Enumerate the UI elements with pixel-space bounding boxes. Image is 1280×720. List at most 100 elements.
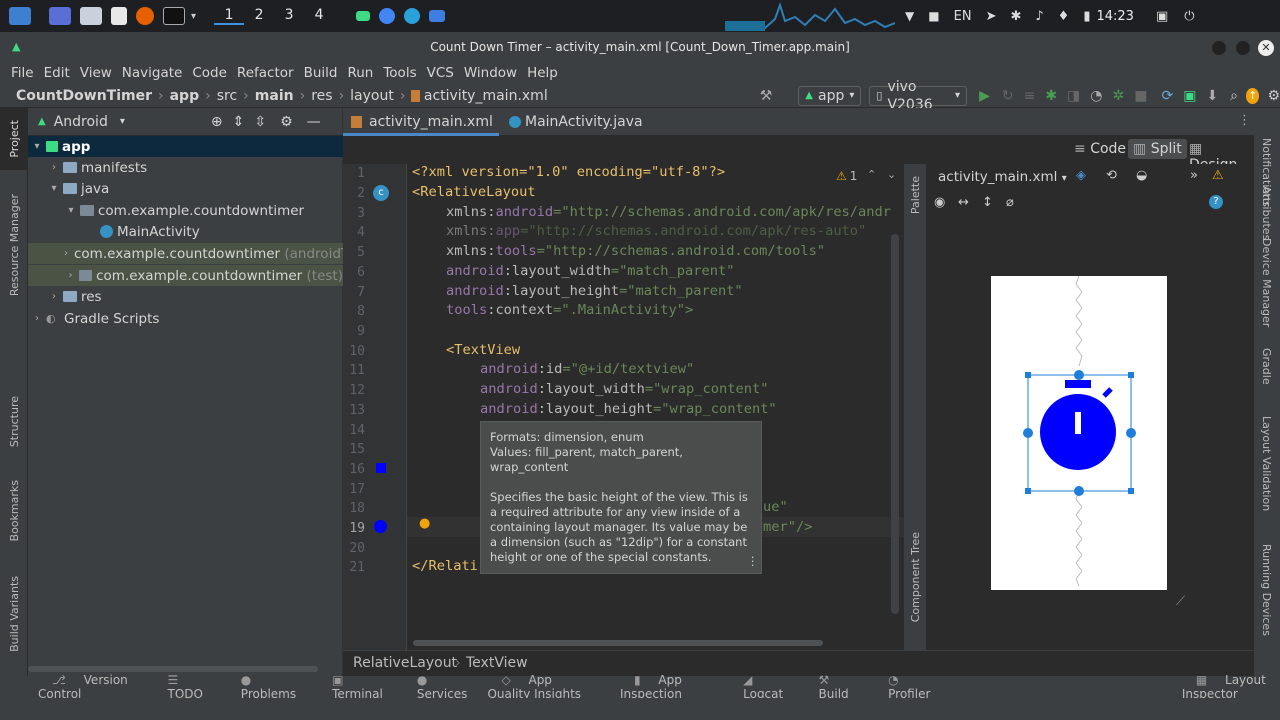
editor-horizontal-scrollbar[interactable] <box>413 640 823 646</box>
tree-item-manifests[interactable]: › manifests <box>28 157 343 178</box>
split-mode-button[interactable]: ▥ Split <box>1128 139 1187 159</box>
workspace-4[interactable]: 4 <box>304 7 334 25</box>
hide-icon[interactable]: — <box>307 114 321 130</box>
camera-icon[interactable]: ■ <box>928 9 939 23</box>
expand-toolbar-icon[interactable]: » <box>1190 168 1198 183</box>
menu-refactor[interactable]: Refactor <box>237 65 294 81</box>
telegram-icon[interactable] <box>404 8 421 24</box>
tool-running-devices[interactable]: Running Devices <box>1260 544 1273 636</box>
tool-problems[interactable]: ● Problems <box>227 673 296 701</box>
menu-tools[interactable]: Tools <box>383 65 416 81</box>
run-button[interactable]: ▶ <box>979 88 990 104</box>
width-constraint-icon[interactable]: ↔ <box>958 195 969 210</box>
tab-mainactivity-java[interactable]: MainActivity.java × <box>507 108 657 157</box>
expand-all-icon[interactable]: ⇕ <box>233 114 245 130</box>
gear-icon[interactable]: ⚙ <box>280 114 293 130</box>
crumb-textview[interactable]: TextView <box>466 655 528 671</box>
tree-item-gradle-scripts[interactable]: › ◐ Gradle Scripts <box>28 308 343 329</box>
tool-todo[interactable]: ☰ TODO <box>154 673 207 701</box>
tool-gradle[interactable]: Gradle <box>1260 348 1273 385</box>
firefox-icon[interactable] <box>136 7 154 25</box>
stop-icon[interactable]: ■ <box>1134 88 1147 104</box>
tool-project[interactable]: Project <box>8 120 21 158</box>
horizontal-scrollbar[interactable] <box>28 666 318 672</box>
menu-navigate[interactable]: Navigate <box>122 65 183 81</box>
tree-item-package[interactable]: ▾ com.example.countdowntimer <box>28 200 343 221</box>
breadcrumb-main[interactable]: main <box>255 88 294 104</box>
tool-layout-validation[interactable]: Layout Validation <box>1260 416 1273 511</box>
tool-device-manager[interactable]: Device Manager <box>1260 238 1273 327</box>
color-swatch-icon[interactable] <box>376 463 386 473</box>
breadcrumb-layout[interactable]: layout <box>350 88 394 104</box>
project-view-selector[interactable]: Android <box>54 114 108 130</box>
window-icon[interactable] <box>429 10 446 22</box>
settings-icon[interactable]: ⚙ <box>1267 88 1280 104</box>
warning-indicator[interactable]: ⚠ 1 <box>836 169 857 183</box>
tool-build-variants[interactable]: Build Variants <box>8 576 21 652</box>
palette-tab[interactable]: Palette <box>909 176 922 214</box>
desktop-icon[interactable] <box>49 7 71 25</box>
breadcrumb-app[interactable]: app <box>170 88 200 104</box>
tool-app-inspection[interactable]: ▮ App Inspection <box>620 673 707 701</box>
workspace-1[interactable]: 1 <box>214 7 245 25</box>
collapse-all-icon[interactable]: ⇳ <box>254 114 266 130</box>
language-indicator[interactable]: EN <box>954 9 972 24</box>
code-editor[interactable]: 1 2 3 4 5 6 7 8 9 10 11 12 13 14 15 16 17 18 19 20 21 c ● ⚠ 1… <box>343 164 904 650</box>
chevron-down-icon[interactable]: ▾ <box>120 116 125 127</box>
telegram-tray-icon[interactable]: ➤ <box>986 9 997 24</box>
tree-item-package-test[interactable]: › com.example.countdowntimer (test) <box>28 265 343 286</box>
tool-app-quality-insights[interactable]: ◇ App Quality Insights <box>487 673 598 701</box>
next-highlight-icon[interactable]: ⌄ <box>887 168 896 181</box>
bell-icon[interactable]: ♦ <box>1058 9 1070 24</box>
apply-changes-icon[interactable]: ≡ <box>1024 88 1036 104</box>
menu-view[interactable]: View <box>80 65 112 81</box>
update-icon[interactable]: ↑ <box>1246 87 1260 104</box>
breadcrumb-file[interactable]: activity_main.xml <box>424 88 548 104</box>
volume-icon[interactable]: ♪ <box>1035 9 1043 24</box>
profile-icon[interactable]: ◔ <box>1090 88 1102 104</box>
workspace-2[interactable]: 2 <box>244 7 274 25</box>
tree-item-res[interactable]: › res <box>28 286 343 307</box>
tab-activity-main[interactable]: activity_main.xml × <box>343 108 499 157</box>
clock[interactable]: 14:23 <box>1096 9 1133 24</box>
file-manager-icon[interactable] <box>80 7 102 25</box>
previous-highlight-icon[interactable]: ⌃ <box>867 168 876 181</box>
tree-item-java[interactable]: ▾ java <box>28 178 343 199</box>
locate-icon[interactable]: ⊕ <box>211 114 223 130</box>
minimize-button[interactable] <box>1212 41 1226 55</box>
breadcrumb-res[interactable]: res <box>311 88 332 104</box>
crumb-relativelayout[interactable]: RelativeLayout <box>353 655 457 671</box>
debug-icon[interactable]: ✱ <box>1045 88 1057 104</box>
tree-item-app[interactable]: ▾ app <box>28 136 343 157</box>
more-options-icon[interactable]: ⋮ <box>747 554 759 569</box>
device-manager-icon[interactable]: ▣ <box>1183 88 1196 104</box>
coverage-icon[interactable]: ◨ <box>1067 88 1080 104</box>
tool-logcat[interactable]: ◢ Logcat <box>729 673 784 701</box>
tool-terminal[interactable]: ▣ Terminal <box>318 673 383 701</box>
device-selector[interactable]: ▯ vivo V2036 ▾ <box>869 79 968 113</box>
tool-services[interactable]: ● Services <box>403 673 468 701</box>
tool-profiler[interactable]: ◔ Profiler <box>874 673 932 701</box>
lightbulb-icon[interactable]: ● <box>419 516 430 531</box>
more-tabs-icon[interactable]: ⋮ <box>1238 113 1251 128</box>
menu-run[interactable]: Run <box>347 65 373 81</box>
tree-item-package-androidtest[interactable]: ›com.example.countdowntimer (androidTest… <box>28 243 343 264</box>
clear-constraints-icon[interactable]: ⌀ <box>1006 195 1014 210</box>
terminal-icon[interactable] <box>163 7 185 25</box>
tool-structure[interactable]: Structure <box>8 396 21 447</box>
power-icon[interactable]: ⏻ <box>1184 9 1194 24</box>
app-launcher-icon[interactable] <box>9 7 31 25</box>
breadcrumb-src[interactable]: src <box>217 88 237 104</box>
component-tree-tab[interactable]: Component Tree <box>909 532 922 622</box>
chrome-icon[interactable] <box>379 8 396 24</box>
workspace-3[interactable]: 3 <box>274 7 304 25</box>
menu-window[interactable]: Window <box>464 65 517 81</box>
menu-code[interactable]: Code <box>192 65 227 81</box>
tool-resource-manager[interactable]: Resource Manager <box>8 194 21 296</box>
eye-icon[interactable]: ◉ <box>934 195 945 210</box>
class-gutter-icon[interactable]: c <box>373 185 389 201</box>
search-icon[interactable]: ⌕ <box>1230 88 1238 104</box>
chevron-down-icon[interactable]: ▾ <box>191 11 196 22</box>
layout-file-selector[interactable]: activity_main.xml ▾ <box>938 169 1067 185</box>
pdf-icon[interactable] <box>111 7 127 25</box>
